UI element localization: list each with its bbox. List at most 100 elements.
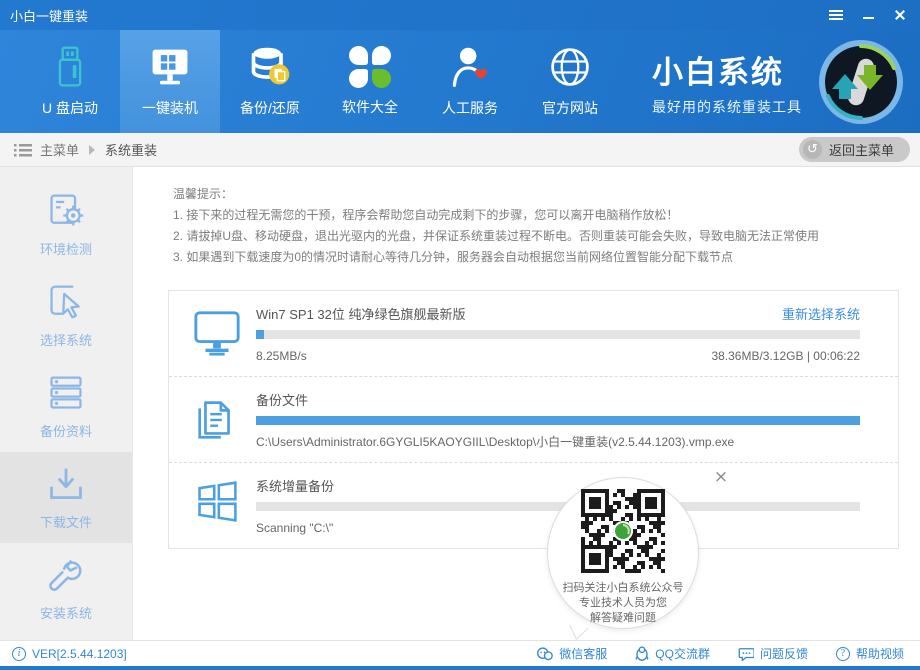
back-button-label: 返回主菜单 [829,140,894,159]
qr-popup: 扫码关注小白系统公众号 专业技术人员为您 解答疑难问题 [547,477,699,629]
tab-one-click-install[interactable]: 一键装机 [120,30,220,133]
question-icon: ? [836,647,850,661]
select-system-icon [46,283,86,321]
footer-links: 微信客服 QQ交流群 问题反馈 ? 帮助视频 [536,645,920,662]
app-window: 小白一键重装 U 盘启动 [0,0,920,670]
tab-backup-restore[interactable]: 备份/还原 [220,30,320,133]
sidebar-item-env-check[interactable]: 环境检测 [0,179,132,270]
footer-link-label: 问题反馈 [760,645,808,662]
incremental-backup-row: 系统增量备份 Scanning "C:\" [169,462,898,548]
sidebar-item-install-system[interactable]: 安装系统 [0,543,132,634]
software-clover-icon [349,46,391,88]
globe-icon [548,45,592,89]
breadcrumb-current: 系统重装 [105,140,157,159]
sidebar-item-label: 环境检测 [40,239,92,258]
menu-icon[interactable] [822,4,850,26]
tab-label: 软件大全 [342,97,398,117]
download-row: Win7 SP1 32位 纯净绿色旗舰最新版 重新选择系统 8.25MB/s 3… [169,291,898,376]
breadcrumb-arrow-icon [89,145,95,155]
monitor-install-icon [147,45,193,89]
status-bar: i VER[2.5.44.1203] 微信客服 QQ交流群 [0,640,920,666]
backup-title: 备份文件 [256,390,308,409]
qq-icon [635,646,649,661]
title-bar: 小白一键重装 [0,0,920,30]
documents-icon [191,393,243,445]
qr-popup-close-icon[interactable]: × [711,467,731,487]
feedback-bubble-icon [738,647,754,661]
close-icon [894,9,906,21]
support-person-icon [448,45,492,89]
back-to-main-menu-button[interactable]: ↺ 返回主菜单 [799,137,910,162]
progress-box: Win7 SP1 32位 纯净绿色旗舰最新版 重新选择系统 8.25MB/s 3… [168,290,899,549]
tab-label: U 盘启动 [42,98,98,118]
step-sidebar: 环境检测 选择系统 [0,167,133,640]
backup-row: 备份文件 C:\Users\Administrator.6GYGLI5KAOYG… [169,376,898,462]
sidebar-item-label: 下载文件 [40,512,92,531]
back-arrow-icon: ↺ [803,140,822,159]
download-title: Win7 SP1 32位 纯净绿色旗舰最新版 [256,304,466,323]
tips-block: 温馨提示： 1. 接下来的过程无需您的干预，程序会帮助您自动完成剩下的步骤，您可… [133,167,920,278]
tab-label: 一键装机 [142,98,198,118]
tips-line: 3. 如果遇到下载速度为0的情况时请耐心等待几分钟，服务器会自动根据您当前网络位… [173,247,900,268]
top-nav: U 盘启动 一键装机 备份/还原 [0,30,920,133]
tab-software[interactable]: 软件大全 [320,30,420,133]
backup-file-path: C:\Users\Administrator.6GYGLI5KAOYGIIL\D… [256,433,734,450]
env-check-icon [46,192,86,230]
reselect-system-link[interactable]: 重新选择系统 [782,304,860,323]
main-panel: 温馨提示： 1. 接下来的过程无需您的干预，程序会帮助您自动完成剩下的步骤，您可… [133,167,920,640]
brand-tagline: 最好用的系统重装工具 [652,97,802,117]
info-icon: i [12,647,26,661]
sidebar-item-select-system[interactable]: 选择系统 [0,270,132,361]
close-button[interactable] [886,4,914,26]
backup-data-icon [46,374,86,412]
download-progress-fill [256,330,264,339]
download-files-icon [46,465,86,503]
download-progress-bar [256,330,860,339]
window-controls [822,4,920,26]
version-text: VER[2.5.44.1203] [32,647,127,661]
usb-drive-icon [48,45,92,89]
tab-support[interactable]: 人工服务 [420,30,520,133]
sidebar-item-backup-data[interactable]: 备份资料 [0,361,132,452]
install-system-icon [46,556,86,594]
minimize-button[interactable] [854,4,882,26]
monitor-icon [191,307,243,357]
tab-label: 人工服务 [442,98,498,118]
list-icon [14,143,32,157]
brand-block: 小白系统 最好用的系统重装工具 [652,30,920,133]
tab-usb-boot[interactable]: U 盘启动 [20,30,120,133]
tab-label: 备份/还原 [240,98,300,118]
version-block: i VER[2.5.44.1203] [0,647,127,661]
brand-name: 小白系统 [652,47,802,92]
wechat-support-link[interactable]: 微信客服 [536,645,607,662]
tab-website[interactable]: 官方网站 [520,30,620,133]
windows-logo-icon [191,479,243,525]
database-backup-icon [247,45,293,89]
sidebar-item-label: 选择系统 [40,330,92,349]
sidebar-item-download-files[interactable]: 下载文件 [0,452,132,543]
footer-link-label: QQ交流群 [655,645,710,662]
tips-line: 2. 请拔掉U盘、移动硬盘，退出光驱内的光盘，并保证系统重装过程不断电。否则重装… [173,226,900,247]
breadcrumb: 主菜单 系统重装 ↺ 返回主菜单 [0,133,920,167]
minimize-icon [863,17,874,19]
backup-progress-bar [256,416,860,425]
footer-link-label: 微信客服 [559,645,607,662]
window-title: 小白一键重装 [0,6,88,25]
qr-code [581,489,665,578]
qr-popup-text: 扫码关注小白系统公众号 专业技术人员为您 解答疑难问题 [563,581,684,626]
help-video-link[interactable]: ? 帮助视频 [836,645,904,662]
incremental-progress-bar [256,502,860,511]
tips-title: 温馨提示： [173,184,900,205]
tips-line: 1. 接下来的过程无需您的干预，程序会帮助您自动完成剩下的步骤，您可以离开电脑稍… [173,205,900,226]
brand-logo-icon [818,39,904,125]
incremental-status: Scanning "C:\" [256,521,333,535]
sidebar-item-label: 备份资料 [40,421,92,440]
wechat-icon [536,647,553,661]
backup-progress-fill [256,416,860,425]
incremental-title: 系统增量备份 [256,476,334,495]
breadcrumb-root[interactable]: 主菜单 [40,140,79,159]
sidebar-item-label: 安装系统 [40,603,92,622]
feedback-link[interactable]: 问题反馈 [738,645,808,662]
footer-link-label: 帮助视频 [856,645,904,662]
qq-group-link[interactable]: QQ交流群 [635,645,710,662]
